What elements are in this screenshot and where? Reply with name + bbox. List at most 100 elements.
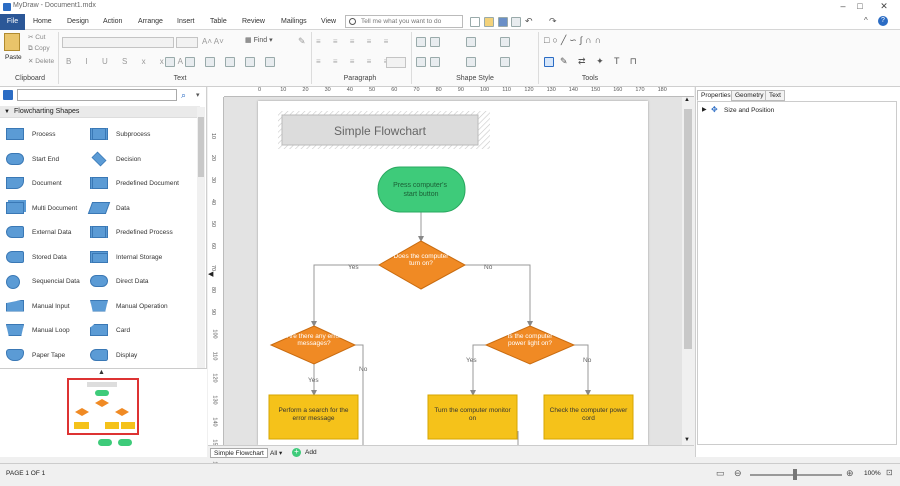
shape-item[interactable]: Card <box>90 320 182 342</box>
text-align-icon[interactable] <box>205 57 215 67</box>
menu-action[interactable]: Action <box>98 14 127 30</box>
shape-item[interactable]: Start End <box>6 149 98 171</box>
library-icon[interactable] <box>3 90 13 100</box>
shape-item[interactable]: External Data <box>6 222 98 244</box>
shape-item[interactable]: Predefined Document <box>90 173 182 195</box>
canvas-vertical-scrollbar[interactable]: ▲ ▼ <box>682 97 694 445</box>
page-tab-simple-flowchart[interactable]: Simple Flowchart <box>210 448 268 458</box>
menu-insert[interactable]: Insert <box>172 14 200 30</box>
zoom-slider-thumb[interactable] <box>793 469 797 480</box>
drawing-tools-icons[interactable]: □○╱∽∫∩∩ <box>544 35 604 46</box>
tell-me-input[interactable]: Tell me what you want to do <box>345 15 463 28</box>
scroll-down-icon[interactable]: ▼ <box>684 437 690 443</box>
copy-button[interactable]: ⧉ Copy <box>28 45 50 53</box>
shape-item[interactable]: Internal Storage <box>90 247 182 269</box>
shape-item[interactable]: Data <box>87 198 182 220</box>
collapse-icon[interactable]: ▼ <box>4 106 10 118</box>
shape-item[interactable]: Manual Operation <box>90 296 182 318</box>
text-box-icon[interactable] <box>185 57 195 67</box>
shapes-search-input[interactable] <box>17 89 177 101</box>
zoom-in-icon[interactable]: ⊕ <box>846 468 854 479</box>
menu-mailings[interactable]: Mailings <box>276 14 312 30</box>
all-pages-button[interactable]: All ▾ <box>270 449 282 457</box>
fill-icon[interactable] <box>416 37 426 47</box>
minimize-icon[interactable]: – <box>835 1 851 12</box>
shadow-icon[interactable] <box>500 37 510 47</box>
menu-table[interactable]: Table <box>205 14 232 30</box>
start-terminator[interactable] <box>377 166 466 213</box>
shape-item[interactable]: Manual Loop <box>6 320 98 342</box>
page-thumbnail[interactable] <box>67 378 139 435</box>
corners-icon[interactable] <box>500 57 510 67</box>
paste-icon[interactable] <box>4 33 20 51</box>
print-icon[interactable] <box>511 17 521 27</box>
text-shadow-icon[interactable] <box>265 57 275 67</box>
shape-item[interactable]: Paper Tape <box>6 345 98 367</box>
fit-width-icon[interactable]: ⊡ <box>886 468 893 477</box>
paste-button[interactable]: Paste <box>5 54 22 61</box>
line-dash-icon[interactable] <box>430 57 440 67</box>
tools-icons[interactable]: ✎ ⇄ ✦ T ⊓ <box>560 56 641 67</box>
fit-page-icon[interactable]: ▭ <box>716 468 725 479</box>
shapes-section-header[interactable]: ▼ Flowcharting Shapes <box>0 106 200 118</box>
shape-item[interactable]: Process <box>6 124 98 146</box>
line-color-icon[interactable] <box>466 37 476 47</box>
fill-gallery-icon[interactable] <box>430 37 440 47</box>
tab-text[interactable]: Text <box>765 90 785 101</box>
grow-font-icon[interactable]: A˄ A˅ <box>202 37 224 46</box>
font-size-select[interactable] <box>176 37 198 48</box>
menu-home[interactable]: Home <box>28 14 57 30</box>
text-effects-icon[interactable] <box>245 57 255 67</box>
pointer-tool-icon[interactable] <box>544 57 554 67</box>
find-button[interactable]: ▦ Find ▾ <box>245 36 273 44</box>
shapes-scroll-thumb[interactable] <box>198 117 204 177</box>
menu-design[interactable]: Design <box>62 14 94 30</box>
shapes-scrollbar[interactable] <box>197 107 205 387</box>
paragraph-align-icons[interactable]: ≡ ≡ ≡ ≡ ≡ <box>316 57 393 66</box>
cut-button[interactable]: ✂ Cut <box>28 33 45 41</box>
shape-item[interactable]: Document <box>6 173 98 195</box>
menu-arrange[interactable]: Arrange <box>133 14 168 30</box>
shape-item[interactable]: Predefined Process <box>90 222 182 244</box>
open-icon[interactable] <box>484 17 494 27</box>
arrows-icon[interactable] <box>466 57 476 67</box>
undo-icon[interactable]: ↶ <box>525 16 533 27</box>
search-icon[interactable]: ⌕ <box>181 90 186 101</box>
canvas-area[interactable]: 0 10 20 30 40 50 60 70 80 90 100 110 120 130 140 150 160… <box>208 87 694 471</box>
shape-item[interactable]: Decision <box>90 149 182 171</box>
add-page-button[interactable]: Add <box>305 449 317 456</box>
scroll-up-icon[interactable]: ▲ <box>684 97 690 103</box>
save-icon[interactable] <box>498 17 508 27</box>
new-icon[interactable] <box>470 17 480 27</box>
collapse-ribbon-icon[interactable]: ^ <box>864 16 868 25</box>
text-style-icon[interactable] <box>225 57 235 67</box>
canvas-scroll-thumb[interactable] <box>684 109 692 349</box>
help-icon[interactable]: ? <box>878 16 888 26</box>
add-page-icon[interactable]: + <box>292 448 301 457</box>
shape-item[interactable]: Direct Data <box>90 271 182 293</box>
size-position-item[interactable]: Size and Position <box>724 107 774 114</box>
shape-item[interactable]: Subprocess <box>90 124 182 146</box>
font-family-select[interactable] <box>62 37 174 48</box>
maximize-icon[interactable]: □ <box>852 1 868 12</box>
text-color-icon[interactable] <box>165 57 175 67</box>
shape-item[interactable]: Stored Data <box>6 247 98 269</box>
expand-left-icon[interactable]: ◀ <box>208 270 213 278</box>
thumb-collapse-icon[interactable]: ▲ <box>98 369 105 376</box>
menu-review[interactable]: Review <box>237 14 270 30</box>
expand-icon[interactable]: ▶ <box>702 106 707 113</box>
delete-button[interactable]: ✕ Delete <box>28 57 54 65</box>
tab-properties[interactable]: Properties <box>697 90 735 101</box>
redo-icon[interactable]: ↷ <box>549 16 557 27</box>
format-painter-icon[interactable]: ✎ <box>298 36 306 47</box>
zoom-out-icon[interactable]: ⊖ <box>734 468 742 479</box>
menu-file[interactable]: File <box>0 14 25 30</box>
drawing-page[interactable]: Simple Flowchart Press computer's start … <box>258 101 648 445</box>
line-weight-icon[interactable] <box>416 57 426 67</box>
line-spacing-select[interactable] <box>386 57 406 68</box>
tab-geometry[interactable]: Geometry <box>731 90 768 101</box>
close-icon[interactable]: ✕ <box>876 1 892 12</box>
shape-item[interactable]: Sequencial Data <box>6 271 98 293</box>
dropdown-icon[interactable]: ▾ <box>196 91 200 99</box>
paragraph-list-icons[interactable]: ≡ ≡ ≡ ≡ ≡ <box>316 37 393 46</box>
